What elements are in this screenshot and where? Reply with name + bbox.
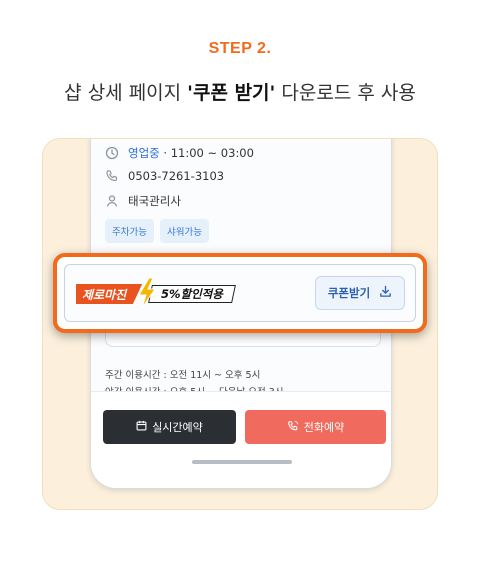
step-label: STEP 2. xyxy=(208,40,272,57)
phone-number: 0503-7261-3103 xyxy=(128,169,225,183)
person-icon xyxy=(105,194,119,208)
download-icon xyxy=(379,285,392,301)
coupon-card: 제로마진 5%할인적용 쿠폰받기 xyxy=(64,264,416,322)
manager-row: 태국관리사 xyxy=(105,193,181,209)
home-indicator xyxy=(192,460,292,464)
phone-call-icon xyxy=(287,420,299,435)
phone-row[interactable]: 0503-7261-3103 xyxy=(105,169,224,183)
discount-rate-text: 5%할인적용 xyxy=(161,287,223,301)
bottom-action-bar: 실시간예약 전화예약 xyxy=(91,391,391,488)
tag-shower: 샤워가능 xyxy=(159,219,209,243)
clock-icon xyxy=(105,146,119,160)
realtime-label: 실시간예약 xyxy=(152,421,203,434)
hours-row: 영업중 · 11:00 ~ 03:00 xyxy=(105,145,254,161)
amenity-tags: 주차가능 샤워가능 xyxy=(105,219,209,243)
lightning-icon xyxy=(138,278,156,308)
page-headline: 샵 상세 페이지 '쿠폰 받기' 다운로드 후 사용 xyxy=(0,78,480,105)
discount-rate-badge: 5%할인적용 xyxy=(148,285,236,303)
coupon-highlight-box: 제로마진 5%할인적용 쿠폰받기 xyxy=(53,253,427,333)
calendar-icon xyxy=(136,420,147,434)
phone-icon xyxy=(105,169,119,183)
discount-badge: 제로마진 5%할인적용 xyxy=(76,278,236,308)
headline-prefix: 샵 상세 페이지 xyxy=(64,82,188,104)
get-coupon-button[interactable]: 쿠폰받기 xyxy=(315,276,405,310)
get-coupon-label: 쿠폰받기 xyxy=(327,286,371,300)
headline-highlight: '쿠폰 받기' xyxy=(187,82,276,104)
manager-label: 태국관리사 xyxy=(128,194,181,208)
zero-margin-badge: 제로마진 xyxy=(76,284,143,304)
headline-suffix: 다운로드 후 사용 xyxy=(275,82,416,104)
phone-reservation-button[interactable]: 전화예약 xyxy=(245,410,386,444)
phone-reservation-label: 전화예약 xyxy=(303,421,345,434)
open-status: 영업중 xyxy=(128,146,160,160)
tag-parking: 주차가능 xyxy=(105,219,154,243)
realtime-reservation-button[interactable]: 실시간예약 xyxy=(103,410,236,444)
hours-range: · 11:00 ~ 03:00 xyxy=(159,146,254,160)
hours-day: 주간 이용시간 : 오전 11시 ~ 오후 5시 xyxy=(105,370,261,381)
